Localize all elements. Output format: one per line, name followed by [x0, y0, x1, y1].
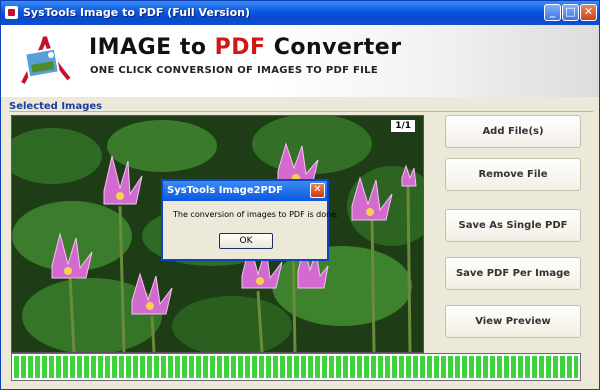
app-window: SysTools Image to PDF (Full Version) _ □… — [0, 0, 600, 390]
dialog-title: SysTools Image2PDF — [167, 185, 284, 196]
close-icon: ✕ — [583, 5, 594, 18]
section-divider — [9, 111, 593, 112]
app-header: IMAGE to PDF Converter ONE CLICK CONVERS… — [1, 25, 599, 97]
title-bar[interactable]: SysTools Image to PDF (Full Version) _ □… — [1, 1, 599, 25]
heading-part-3: Converter — [265, 35, 402, 60]
dialog-message: The conversion of images to PDF is done. — [173, 210, 339, 219]
heading-part-1: IMAGE to — [89, 35, 215, 60]
minimize-icon: _ — [549, 5, 556, 18]
dialog-title-bar[interactable]: SysTools Image2PDF ✕ — [163, 181, 327, 201]
heading-pdf: PDF — [214, 35, 266, 60]
view-preview-button[interactable]: View Preview — [445, 305, 581, 338]
maximize-button[interactable]: □ — [562, 4, 579, 21]
maximize-icon: □ — [565, 5, 576, 18]
window-title: SysTools Image to PDF (Full Version) — [23, 6, 250, 19]
image-counter: 1/1 — [391, 120, 415, 132]
close-icon: ✕ — [313, 184, 322, 195]
completion-dialog: SysTools Image2PDF ✕ The conversion of i… — [161, 179, 339, 261]
save-pdf-per-image-button[interactable]: Save PDF Per Image — [445, 257, 581, 290]
add-files-button[interactable]: Add File(s) — [445, 115, 581, 148]
progress-fill — [14, 356, 578, 378]
app-icon[interactable] — [5, 6, 18, 19]
close-button[interactable]: ✕ — [580, 4, 597, 21]
dialog-close-button[interactable]: ✕ — [310, 183, 325, 198]
save-single-pdf-button[interactable]: Save As Single PDF — [445, 209, 581, 242]
progress-bar — [11, 353, 581, 381]
remove-file-button[interactable]: Remove File — [445, 158, 581, 191]
minimize-button[interactable]: _ — [544, 4, 561, 21]
app-subtitle: ONE CLICK CONVERSION OF IMAGES TO PDF FI… — [90, 65, 378, 76]
app-logo — [21, 36, 71, 84]
ok-button[interactable]: OK — [219, 233, 273, 249]
app-heading: IMAGE to PDF Converter — [89, 35, 402, 60]
